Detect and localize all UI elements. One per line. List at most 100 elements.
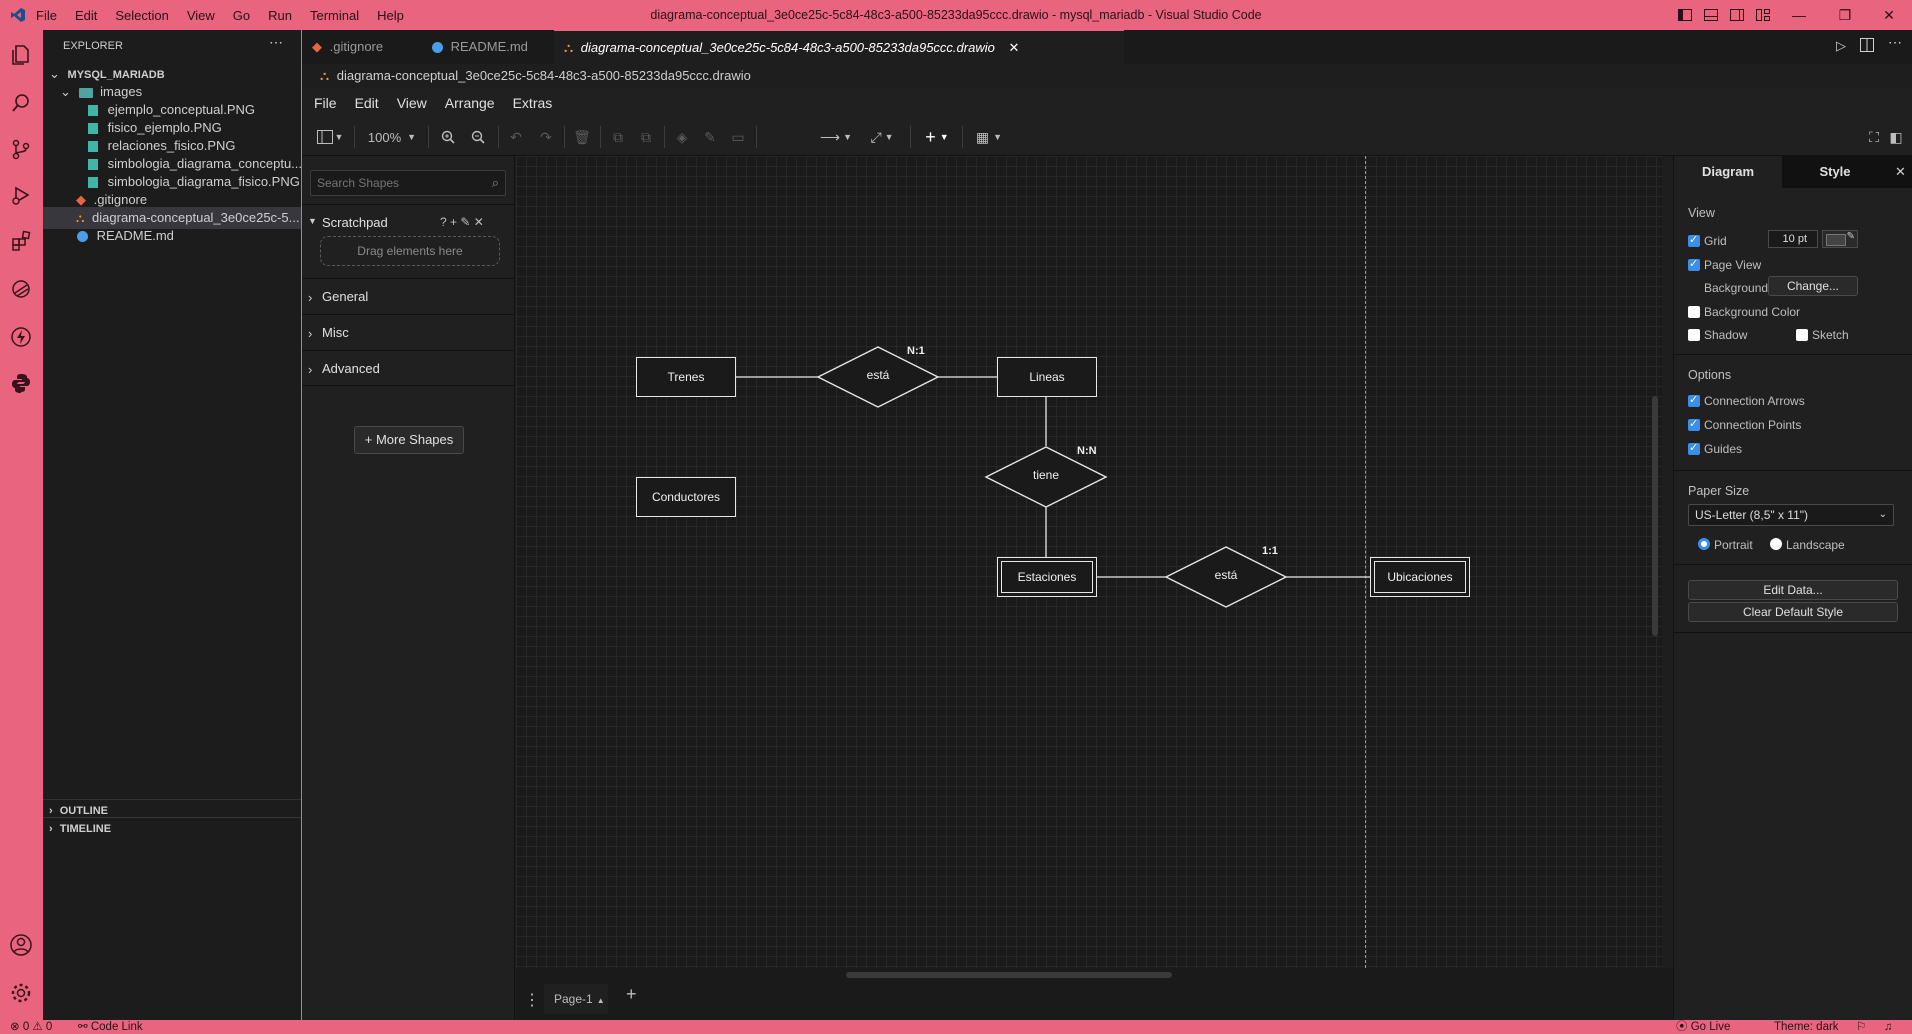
menu-view[interactable]: View <box>187 8 215 23</box>
tab-style[interactable]: Style <box>1782 156 1888 188</box>
entity-estaciones[interactable]: Estaciones <box>997 557 1097 597</box>
portrait-radio[interactable] <box>1698 538 1710 550</box>
breadcrumb-label[interactable]: diagrama-conceptual_3e0ce25c-5c84-48c3-a… <box>337 68 751 83</box>
menu-selection[interactable]: Selection <box>115 8 168 23</box>
minimize-icon[interactable]: — <box>1778 0 1820 30</box>
drawio-menu-view[interactable]: View <box>397 95 427 111</box>
timeline-section[interactable]: › TIMELINE <box>43 817 301 840</box>
drawio-menu-extras[interactable]: Extras <box>513 95 553 111</box>
zoom-select[interactable]: 100% ▼ <box>364 128 420 146</box>
vertical-scrollbar[interactable] <box>1652 396 1658 636</box>
entity-lineas[interactable]: Lineas <box>997 357 1097 397</box>
add-page-icon[interactable]: + <box>626 984 637 1005</box>
entity-ubicaciones[interactable]: Ubicaciones <box>1370 557 1470 597</box>
landscape-radio[interactable] <box>1770 538 1782 550</box>
page-view-checkbox[interactable] <box>1688 257 1700 271</box>
split-editor-icon[interactable] <box>1860 38 1874 55</box>
diagram-canvas[interactable]: está tiene está Trenes Lineas Conductore… <box>516 156 1662 968</box>
sketch-checkbox[interactable] <box>1796 329 1808 341</box>
shadow-checkbox[interactable] <box>1688 329 1700 341</box>
background-color-checkbox[interactable] <box>1688 306 1700 318</box>
menu-terminal[interactable]: Terminal <box>310 8 359 23</box>
connection-arrows-checkbox[interactable] <box>1688 393 1700 407</box>
more-actions-icon[interactable]: ⋯ <box>1888 34 1902 51</box>
grid-checkbox[interactable] <box>1688 233 1700 247</box>
fill-color-icon[interactable]: ◈ <box>672 128 692 146</box>
drag-elements-zone[interactable]: Drag elements here <box>320 236 500 266</box>
insert-icon[interactable]: + ▼ <box>920 127 954 147</box>
connection-points-checkbox[interactable] <box>1688 417 1700 431</box>
source-control-icon[interactable] <box>6 134 36 164</box>
menu-edit[interactable]: Edit <box>75 8 97 23</box>
search-icon[interactable]: ⌕ <box>492 175 499 191</box>
to-front-icon[interactable]: ⧉ <box>608 128 628 146</box>
search-shapes-field[interactable] <box>311 171 479 195</box>
go-live-item[interactable]: ⦿ Go Live <box>1676 1020 1730 1034</box>
restore-icon[interactable]: ❐ <box>1824 0 1866 30</box>
drawio-menu-file[interactable]: File <box>314 95 337 111</box>
drawio-menu-edit[interactable]: Edit <box>355 95 379 111</box>
tab-diagram[interactable]: Diagram <box>1674 156 1782 188</box>
zoom-out-icon[interactable] <box>468 128 488 146</box>
undo-icon[interactable]: ↶ <box>506 128 526 146</box>
waypoints-icon[interactable]: ⤢ ▼ <box>862 128 902 146</box>
tab-diagram-active[interactable]: ⛬ diagrama-conceptual_3e0ce25c-5c84-48c3… <box>554 30 1124 65</box>
explorer-icon[interactable] <box>6 40 36 70</box>
change-background-button[interactable]: Change... <box>1768 276 1858 296</box>
page-menu-icon[interactable]: ⋮ <box>524 990 540 1010</box>
redo-icon[interactable]: ↷ <box>536 128 556 146</box>
entity-conductores[interactable]: Conductores <box>636 477 736 517</box>
fullscreen-icon[interactable]: ⛶ <box>1864 128 1884 146</box>
settings-gear-icon[interactable] <box>6 978 36 1008</box>
grid-color-button[interactable]: ✎ <box>1822 230 1858 248</box>
paper-size-select[interactable]: US-Letter (8,5" x 11") ⌄ <box>1688 504 1894 526</box>
format-panel-icon[interactable]: ◧ <box>1886 128 1906 146</box>
category-misc[interactable]: › Misc <box>302 314 514 350</box>
close-panel-icon[interactable]: ✕ <box>1888 156 1912 188</box>
entity-trenes[interactable]: Trenes <box>636 357 736 397</box>
to-back-icon[interactable]: ⧉ <box>636 128 656 146</box>
category-advanced[interactable]: › Advanced <box>302 350 514 386</box>
run-debug-icon[interactable] <box>6 180 36 210</box>
line-color-icon[interactable]: ✎ <box>700 128 720 146</box>
clear-default-style-button[interactable]: Clear Default Style <box>1688 602 1898 622</box>
view-panels-icon[interactable]: ▼ <box>314 128 346 146</box>
tab-readme[interactable]: README.md <box>422 30 564 64</box>
grid-size-input[interactable]: 10 pt <box>1768 230 1818 248</box>
scratchpad-actions[interactable]: ? + ✎ ✕ <box>440 215 484 229</box>
edit-data-button[interactable]: Edit Data... <box>1688 580 1898 600</box>
menu-help[interactable]: Help <box>377 8 404 23</box>
connection-icon[interactable]: ⟶ ▼ <box>816 128 856 146</box>
horizontal-scrollbar[interactable] <box>846 972 1172 978</box>
table-icon[interactable]: ▦ ▼ <box>972 128 1006 146</box>
remote-explorer-icon[interactable] <box>6 274 36 304</box>
tab-gitignore[interactable]: ◆ .gitignore <box>302 30 432 64</box>
search-icon[interactable] <box>6 88 36 118</box>
run-icon[interactable]: ▷ <box>1836 38 1846 54</box>
account-icon[interactable] <box>6 930 36 960</box>
guides-checkbox[interactable] <box>1688 441 1700 455</box>
menu-go[interactable]: Go <box>233 8 250 23</box>
lightning-icon[interactable] <box>6 322 36 352</box>
more-actions-icon[interactable]: ⋯ <box>269 34 283 51</box>
problems-indicator[interactable]: ⊗ 0 ⚠ 0 <box>10 1020 52 1034</box>
close-tab-icon[interactable]: ✕ <box>1008 40 1019 55</box>
code-link-item[interactable]: ⚯ Code Link <box>78 1020 143 1034</box>
more-shapes-button[interactable]: + More Shapes <box>354 426 464 454</box>
close-window-icon[interactable]: ✕ <box>1868 0 1910 30</box>
extensions-icon[interactable] <box>6 226 36 256</box>
drawio-menu-arrange[interactable]: Arrange <box>445 95 495 111</box>
category-general[interactable]: › General <box>302 278 514 314</box>
python-icon[interactable] <box>6 368 36 398</box>
menu-file[interactable]: File <box>36 8 57 23</box>
file-row[interactable]: README.md <box>43 225 301 247</box>
search-shapes-input[interactable]: ⌕ <box>310 170 506 196</box>
delete-icon[interactable]: 🗑 <box>572 128 592 146</box>
zoom-in-icon[interactable] <box>438 128 458 146</box>
theme-item[interactable]: Theme: dark <box>1774 1020 1839 1034</box>
scratchpad-header[interactable]: ▼ Scratchpad ? + ✎ ✕ <box>302 204 514 240</box>
shadow-icon[interactable]: ▭ <box>728 128 748 146</box>
feedback-icon[interactable]: ⚐ <box>1856 1020 1866 1034</box>
notifications-bell-icon[interactable]: ♫ <box>1884 1020 1893 1034</box>
menu-run[interactable]: Run <box>268 8 292 23</box>
